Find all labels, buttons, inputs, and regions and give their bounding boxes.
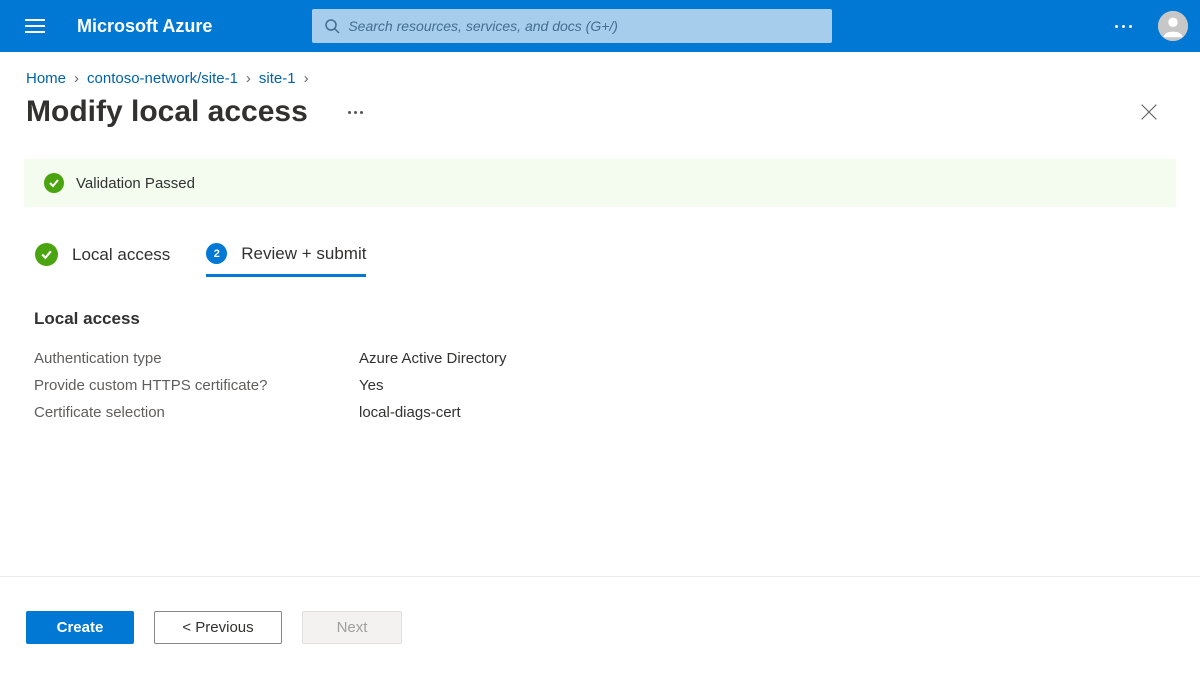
footer-actions: Create < Previous Next: [26, 591, 1200, 644]
review-row: Authentication type Azure Active Directo…: [34, 345, 1200, 372]
tab-local-access[interactable]: Local access: [35, 243, 170, 279]
page-title: Modify local access: [26, 95, 308, 129]
breadcrumb-item[interactable]: site-1: [259, 70, 296, 87]
top-bar: Microsoft Azure Search resources, servic…: [0, 0, 1200, 52]
menu-hamburger-icon[interactable]: [12, 0, 57, 52]
review-value: Azure Active Directory: [359, 350, 507, 367]
chevron-right-icon: ›: [74, 70, 79, 87]
success-check-icon: [44, 173, 64, 193]
search-input[interactable]: Search resources, services, and docs (G+…: [312, 9, 832, 43]
review-row: Provide custom HTTPS certificate? Yes: [34, 372, 1200, 399]
section-title: Local access: [34, 309, 1200, 329]
breadcrumb: Home › contoso-network/site-1 › site-1 ›: [0, 52, 1200, 95]
tab-label: Review + submit: [241, 244, 366, 264]
tab-complete-check-icon: [35, 243, 58, 266]
create-button[interactable]: Create: [26, 611, 134, 644]
chevron-right-icon: ›: [304, 70, 309, 87]
tab-label: Local access: [72, 245, 170, 265]
search-icon: [324, 18, 340, 34]
review-label: Provide custom HTTPS certificate?: [34, 377, 359, 394]
close-button[interactable]: [1138, 101, 1160, 123]
validation-text: Validation Passed: [76, 175, 195, 192]
review-value: Yes: [359, 377, 383, 394]
breadcrumb-item[interactable]: contoso-network/site-1: [87, 70, 238, 87]
review-label: Certificate selection: [34, 404, 359, 421]
review-row: Certificate selection local-diags-cert: [34, 399, 1200, 426]
tab-review-submit[interactable]: 2 Review + submit: [206, 243, 366, 277]
close-icon: [1138, 101, 1160, 123]
previous-button[interactable]: < Previous: [154, 611, 282, 644]
tab-step-number: 2: [206, 243, 227, 264]
validation-banner: Validation Passed: [24, 159, 1176, 207]
next-button: Next: [302, 611, 402, 644]
search-placeholder: Search resources, services, and docs (G+…: [348, 18, 618, 34]
footer-divider: [0, 576, 1200, 577]
page-more-actions-icon[interactable]: [344, 107, 367, 118]
wizard-tabs: Local access 2 Review + submit: [35, 243, 1200, 279]
user-avatar[interactable]: [1158, 11, 1188, 41]
breadcrumb-item[interactable]: Home: [26, 70, 66, 87]
review-label: Authentication type: [34, 350, 359, 367]
more-actions-icon[interactable]: [1109, 19, 1138, 34]
title-row: Modify local access: [0, 95, 1200, 159]
review-value: local-diags-cert: [359, 404, 461, 421]
review-section: Local access Authentication type Azure A…: [34, 309, 1200, 426]
chevron-right-icon: ›: [246, 70, 251, 87]
brand-title[interactable]: Microsoft Azure: [77, 16, 212, 37]
